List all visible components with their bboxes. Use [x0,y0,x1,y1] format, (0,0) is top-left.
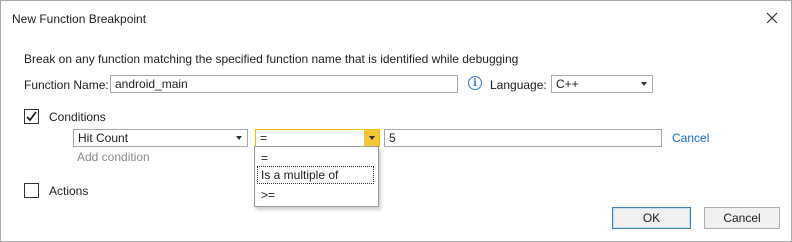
cancel-button[interactable]: Cancel [704,207,780,229]
close-icon [766,12,778,24]
chevron-down-icon [236,136,242,140]
conditions-label: Conditions [49,110,106,124]
actions-label: Actions [49,184,89,198]
chevron-down-icon [369,136,375,140]
condition-type-select[interactable]: Hit Count [73,129,248,147]
function-name-label: Function Name: [24,78,109,92]
operator-option-equals[interactable]: = [255,149,378,167]
operator-value: = [260,131,268,145]
checkmark-icon [26,111,37,122]
language-label: Language: [490,78,547,92]
dialog-title: New Function Breakpoint [12,12,147,26]
function-name-input[interactable]: android_main [110,75,458,93]
title-bar: New Function Breakpoint [1,1,791,37]
operator-select[interactable]: = [255,129,380,147]
conditions-checkbox[interactable] [24,109,39,124]
chevron-down-icon [641,82,647,86]
info-icon[interactable]: i [468,76,482,90]
language-select[interactable]: C++ [551,75,653,93]
ok-button[interactable]: OK [612,207,691,229]
close-button[interactable] [761,7,783,29]
cancel-button-label: Cancel [723,211,761,225]
ok-button-label: OK [642,211,661,225]
operator-option-greater-equal[interactable]: >= [255,186,378,204]
operator-option-is-multiple-of[interactable]: Is a multiple of [257,166,374,184]
cancel-condition-link[interactable]: Cancel [672,131,709,145]
add-condition-link[interactable]: Add condition [77,150,150,164]
actions-checkbox[interactable] [24,183,39,198]
new-function-breakpoint-dialog: New Function Breakpoint Break on any fun… [0,0,792,242]
language-select-value: C++ [556,77,579,91]
description-text: Break on any function matching the speci… [24,52,519,66]
condition-type-value: Hit Count [78,131,129,145]
operator-dropdown-list: = Is a multiple of >= [254,146,379,207]
condition-value-input[interactable]: 5 [384,129,662,147]
